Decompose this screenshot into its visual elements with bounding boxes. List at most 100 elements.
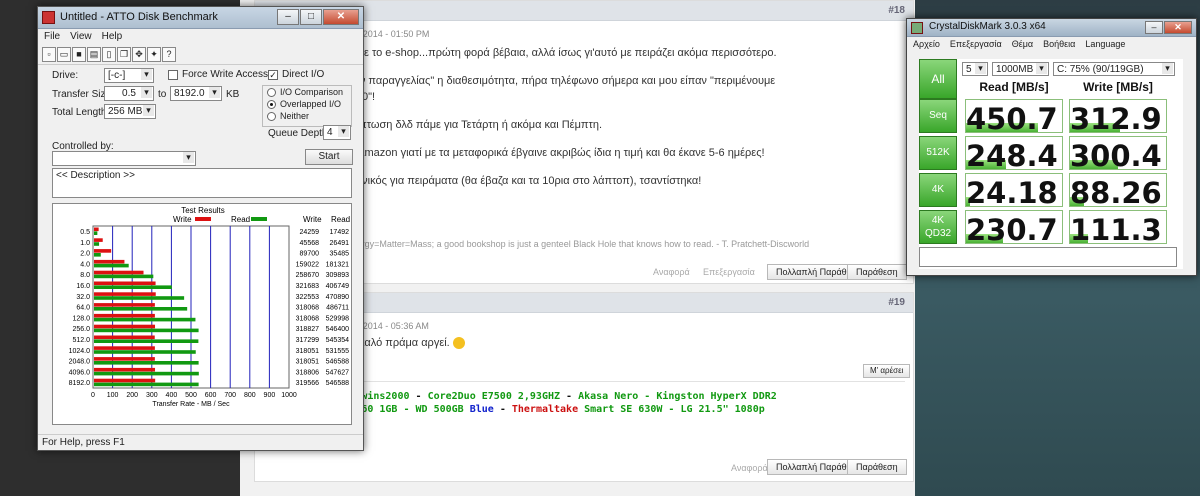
multiquote-button[interactable]: Πολλαπλή Παράθ. [767, 264, 859, 280]
wink-smiley-icon [452, 337, 465, 350]
menu-edit[interactable]: Επεξεργασία [950, 39, 1002, 51]
new-icon[interactable]: ▫ [42, 47, 56, 62]
copy-icon[interactable]: ❐ [117, 47, 131, 62]
y-tick-label: 4096.0 [69, 369, 91, 376]
write-bar [94, 303, 155, 307]
write-bar [94, 357, 155, 361]
close-icon[interactable]: ✕ [1164, 21, 1192, 34]
write-value: 318051 [296, 348, 319, 355]
read-bar [94, 231, 98, 235]
description-textarea[interactable]: << Description >> [52, 168, 352, 198]
controlled-by-select[interactable] [52, 151, 196, 166]
save-icon[interactable]: ■ [72, 47, 86, 62]
test-button-0[interactable]: Seq [919, 99, 957, 133]
total-length-select[interactable]: 256 MB [104, 104, 156, 119]
read-value: 546400 [326, 326, 349, 333]
maximize-icon[interactable]: □ [300, 9, 322, 25]
menu-help[interactable]: Βοήθεια [1043, 39, 1075, 51]
minimize-icon[interactable]: – [1145, 21, 1163, 34]
comment-field[interactable] [919, 247, 1177, 267]
queue-depth-select[interactable]: 4 [323, 125, 351, 140]
menu-file[interactable]: Αρχείο [913, 39, 940, 51]
status-bar: For Help, press F1 [38, 434, 363, 450]
y-tick-label: 2.0 [80, 251, 90, 258]
menu-view[interactable]: View [70, 31, 92, 43]
read-result: 248.4 [965, 136, 1063, 173]
x-tick-label: 300 [146, 392, 158, 399]
y-tick-label: 1024.0 [69, 348, 91, 355]
read-value: 529998 [326, 315, 349, 322]
open-icon[interactable]: ▭ [57, 47, 71, 62]
test-button-1[interactable]: 512K [919, 136, 957, 170]
test-button-3[interactable]: 4K QD32 [919, 210, 957, 244]
menu-theme[interactable]: Θέμα [1012, 39, 1033, 51]
force-write-label: Force Write Access [182, 69, 268, 80]
queue-depth-label: Queue Depth: [268, 128, 331, 139]
direct-io-checkbox[interactable]: ✓ [268, 70, 278, 80]
quote-button[interactable]: Παράθεση [847, 264, 907, 280]
menu-help[interactable]: Help [102, 31, 123, 43]
start-button[interactable]: Start [305, 149, 353, 165]
read-bar [94, 285, 172, 289]
multiquote-button[interactable]: Πολλαπλή Παράθ. [767, 459, 859, 475]
total-length-label: Total Length: [52, 107, 110, 118]
read-value: 486711 [326, 305, 349, 312]
io-comparison-radio[interactable] [267, 88, 276, 97]
move-icon[interactable]: ✥ [132, 47, 146, 62]
menu-file[interactable]: File [44, 31, 60, 43]
menu-language[interactable]: Language [1085, 39, 1125, 51]
minimize-icon[interactable]: – [277, 9, 299, 25]
close-icon[interactable]: ✕ [323, 9, 359, 25]
read-value: 17492 [330, 229, 350, 236]
write-result: 111.3 [1069, 210, 1167, 247]
transfer-size-to-select[interactable]: 8192.0 [170, 86, 222, 101]
post-number[interactable]: #19 [888, 297, 905, 308]
neither-radio[interactable] [267, 112, 276, 121]
read-result: 450.7 [965, 99, 1063, 136]
report-link[interactable]: Αναφορά [731, 463, 768, 473]
runs-select[interactable]: 5 [962, 62, 988, 76]
test-button-2[interactable]: 4K [919, 173, 957, 207]
signature-fragment: - [493, 404, 512, 415]
read-value: 406749 [326, 283, 349, 290]
like-button[interactable]: Μ' αρέσει [863, 364, 911, 378]
write-value: 45568 [300, 240, 320, 247]
read-value: 470890 [326, 294, 349, 301]
test-size-select[interactable]: 1000MB [992, 62, 1049, 76]
help-pointer-icon[interactable]: ? [162, 47, 176, 62]
all-button[interactable]: All [919, 59, 957, 99]
cdm-app-icon [911, 22, 923, 34]
edit-link[interactable]: Επεξεργασία [703, 267, 755, 277]
cdm-titlebar[interactable]: CrystalDiskMark 3.0.3 x64 – ✕ [907, 19, 1196, 37]
test-label: Seq [929, 110, 947, 121]
write-value: 318806 [296, 369, 319, 376]
read-bar [94, 296, 185, 300]
atto-titlebar[interactable]: Untitled - ATTO Disk Benchmark – □ ✕ [38, 7, 363, 29]
read-bar [94, 317, 196, 322]
read-bar [94, 361, 199, 365]
write-bar [94, 249, 112, 253]
x-tick-label: 400 [166, 392, 178, 399]
write-legend-swatch [195, 217, 211, 221]
y-tick-label: 4.0 [80, 261, 90, 268]
report-link[interactable]: Αναφορά [653, 267, 690, 277]
read-bar [94, 328, 199, 333]
read-result: 230.7 [965, 210, 1063, 247]
overlapped-io-radio[interactable] [267, 100, 276, 109]
transfer-size-from-select[interactable]: 0.5 [104, 86, 154, 101]
write-value: 318068 [296, 305, 319, 312]
y-tick-label: 0.5 [80, 229, 90, 236]
x-axis-label: Transfer Rate - MB / Sec [152, 401, 230, 408]
post-number[interactable]: #18 [888, 5, 905, 16]
window-controls: – □ ✕ [276, 9, 359, 25]
write-bar [94, 378, 156, 383]
quote-button[interactable]: Παράθεση [847, 459, 907, 475]
print-icon[interactable]: ▤ [87, 47, 101, 62]
lightbulb-icon[interactable]: ✦ [147, 47, 161, 62]
force-write-checkbox[interactable] [168, 70, 178, 80]
drive-select[interactable]: [-c-] [104, 68, 154, 83]
signature-fragment: Blue [469, 404, 494, 415]
preview-icon[interactable]: ▯ [102, 47, 116, 62]
overlapped-io-label: Overlapped I/O [280, 99, 342, 109]
drive-select[interactable]: C: 75% (90/119GB) [1053, 62, 1175, 76]
